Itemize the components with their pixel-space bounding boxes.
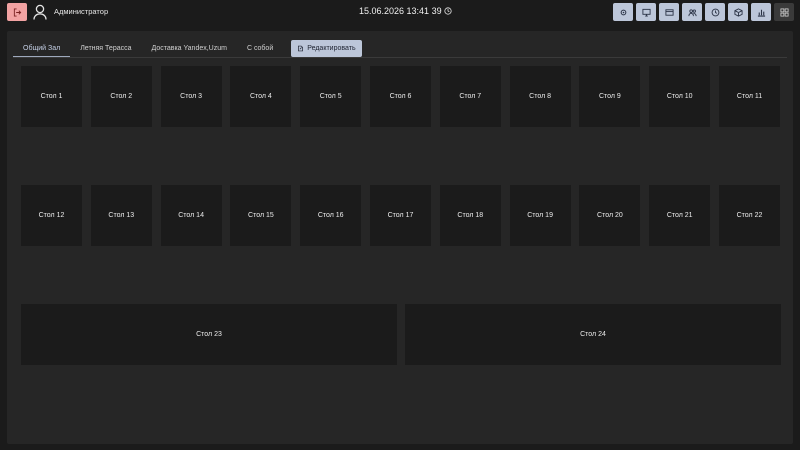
table-label: Стол 19 bbox=[527, 212, 553, 219]
table-label: Стол 15 bbox=[248, 212, 274, 219]
history-icon bbox=[711, 8, 719, 16]
table-label: Стол 21 bbox=[666, 212, 693, 219]
table-17[interactable]: Стол 17 bbox=[370, 185, 431, 246]
table-6[interactable]: Стол 6 bbox=[370, 66, 431, 127]
box-button[interactable] bbox=[728, 3, 748, 21]
table-16[interactable]: Стол 16 bbox=[300, 185, 362, 246]
top-bar: Администратор 15.06.2026 13:41 39 bbox=[0, 0, 800, 24]
table-1[interactable]: Стол 1 bbox=[21, 66, 82, 127]
table-label: Стол 12 bbox=[38, 212, 65, 219]
table-3[interactable]: Стол 3 bbox=[160, 66, 222, 127]
table-label: Стол 23 bbox=[196, 331, 222, 338]
clock-icon bbox=[443, 7, 452, 15]
logout-icon bbox=[13, 7, 21, 17]
users-button[interactable] bbox=[682, 3, 702, 21]
settings-icon bbox=[620, 9, 626, 15]
logout-button[interactable] bbox=[7, 3, 27, 21]
monitor-button[interactable] bbox=[636, 3, 656, 21]
table-10[interactable]: Стол 10 bbox=[649, 66, 711, 127]
table-23[interactable]: Стол 23 bbox=[21, 304, 397, 365]
user-icon bbox=[33, 4, 47, 20]
table-2[interactable]: Стол 2 bbox=[90, 66, 152, 127]
grid-button[interactable] bbox=[774, 3, 794, 21]
tab-delivery[interactable]: Доставка Yandex,Uzum bbox=[142, 39, 237, 57]
hall-tabs: Общий Зал Летняя Терасса Доставка Yandex… bbox=[13, 39, 362, 58]
table-label: Стол 9 bbox=[598, 93, 621, 100]
stats-icon bbox=[757, 9, 765, 17]
clock: 15.06.2026 13:41 39 bbox=[359, 6, 452, 16]
table-label: Стол 7 bbox=[459, 93, 482, 100]
table-15[interactable]: Стол 15 bbox=[230, 185, 292, 246]
table-label: Стол 22 bbox=[736, 212, 763, 219]
toolbar bbox=[613, 3, 794, 21]
table-22[interactable]: Стол 22 bbox=[719, 185, 780, 246]
payment-button[interactable] bbox=[659, 3, 679, 21]
table-19[interactable]: Стол 19 bbox=[509, 185, 571, 246]
table-13[interactable]: Стол 13 bbox=[90, 185, 152, 246]
datetime-text: 15.06.2026 13:41 39 bbox=[359, 6, 442, 16]
table-label: Стол 24 bbox=[580, 331, 606, 338]
table-label: Стол 20 bbox=[597, 212, 623, 219]
users-icon bbox=[687, 8, 697, 16]
table-label: Стол 3 bbox=[180, 93, 203, 100]
table-label: Стол 14 bbox=[178, 212, 204, 219]
table-12[interactable]: Стол 12 bbox=[21, 185, 82, 246]
table-4[interactable]: Стол 4 bbox=[230, 66, 292, 127]
payment-icon bbox=[664, 8, 674, 16]
grid-icon bbox=[779, 7, 789, 17]
table-21[interactable]: Стол 21 bbox=[649, 185, 711, 246]
table-5[interactable]: Стол 5 bbox=[300, 66, 362, 127]
table-label: Стол 11 bbox=[736, 93, 763, 100]
table-label: Стол 5 bbox=[319, 93, 342, 100]
table-label: Стол 8 bbox=[529, 93, 552, 100]
user-name: Администратор bbox=[54, 7, 109, 16]
edit-icon bbox=[298, 45, 304, 52]
tab-summer-terrace[interactable]: Летняя Терасса bbox=[70, 39, 141, 57]
table-label: Стол 13 bbox=[108, 212, 135, 219]
table-11[interactable]: Стол 11 bbox=[719, 66, 780, 127]
table-label: Стол 6 bbox=[389, 93, 412, 100]
table-label: Стол 17 bbox=[387, 212, 414, 219]
table-7[interactable]: Стол 7 bbox=[439, 66, 501, 127]
monitor-icon bbox=[641, 8, 651, 17]
table-14[interactable]: Стол 14 bbox=[160, 185, 222, 246]
settings-button[interactable] bbox=[613, 3, 633, 21]
tab-takeaway[interactable]: С собой bbox=[237, 39, 283, 57]
history-button[interactable] bbox=[705, 3, 725, 21]
hall-panel: Общий Зал Летняя Терасса Доставка Yandex… bbox=[7, 31, 793, 444]
table-label: Стол 18 bbox=[457, 212, 484, 219]
tab-divider bbox=[13, 57, 787, 58]
table-20[interactable]: Стол 20 bbox=[579, 185, 641, 246]
box-icon bbox=[733, 7, 743, 17]
table-label: Стол 16 bbox=[317, 212, 344, 219]
tab-main-hall[interactable]: Общий Зал bbox=[13, 39, 71, 58]
stats-button[interactable] bbox=[751, 3, 771, 21]
table-label: Стол 2 bbox=[110, 93, 133, 100]
table-24[interactable]: Стол 24 bbox=[405, 304, 781, 365]
edit-button[interactable]: Редактировать bbox=[291, 40, 362, 57]
table-9[interactable]: Стол 9 bbox=[579, 66, 641, 127]
table-8[interactable]: Стол 8 bbox=[509, 66, 571, 127]
table-label: Стол 4 bbox=[249, 93, 272, 100]
table-label: Стол 10 bbox=[666, 93, 693, 100]
table-18[interactable]: Стол 18 bbox=[439, 185, 501, 246]
table-label: Стол 1 bbox=[40, 93, 63, 100]
